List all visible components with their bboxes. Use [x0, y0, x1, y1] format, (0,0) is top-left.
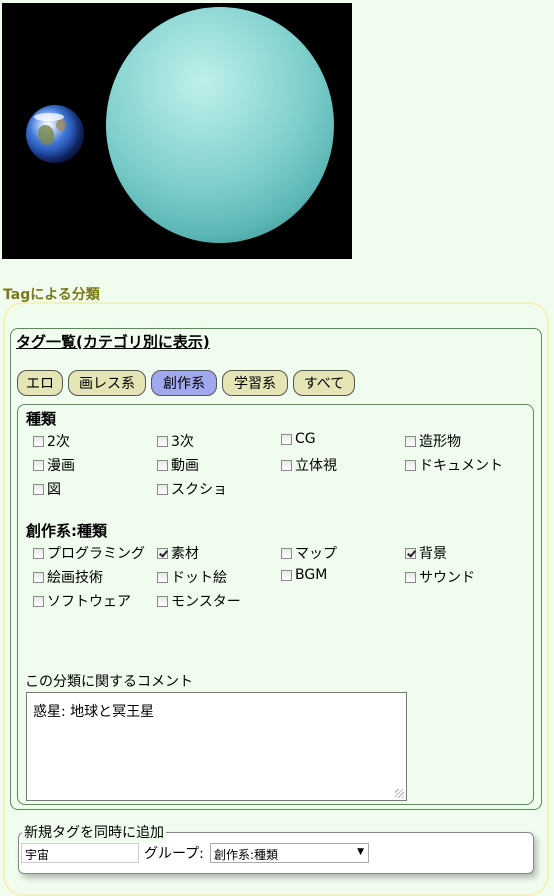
earth-graphic — [26, 105, 84, 163]
checkbox-icon[interactable] — [157, 459, 168, 471]
tag-label: 素材 — [171, 546, 199, 562]
tag-checkbox[interactable]: ドット絵 — [157, 567, 227, 587]
checkbox-icon[interactable] — [33, 459, 44, 471]
tag-checkbox[interactable]: マップ — [281, 543, 337, 563]
group-title: 創作系:種類 — [26, 522, 107, 540]
tag-checkbox[interactable]: ソフトウェア — [33, 591, 131, 611]
comment-text: 惑星: 地球と冥王星 — [33, 704, 155, 720]
tag-checkbox[interactable]: モンスター — [157, 591, 241, 611]
tag-label: 絵画技術 — [47, 570, 103, 586]
tag-checkbox[interactable]: 2次 — [33, 431, 70, 451]
tag-label: 3次 — [171, 434, 194, 450]
checkbox-icon[interactable] — [281, 569, 292, 581]
tag-label: 動画 — [171, 458, 199, 474]
tag-label: 2次 — [47, 434, 70, 450]
tag-checkbox[interactable]: 立体視 — [281, 455, 337, 475]
tag-checkbox[interactable]: CG — [281, 431, 316, 447]
tag-label: モンスター — [171, 594, 241, 610]
group-select-value: 創作系:種類 — [214, 848, 279, 862]
new-tag-input[interactable]: 宇宙 — [21, 843, 139, 863]
group-label: グループ: — [144, 846, 204, 862]
tab-3[interactable]: 学習系 — [222, 370, 288, 396]
group-select[interactable]: 創作系:種類 ▼ — [210, 843, 369, 863]
checkbox-icon[interactable] — [405, 571, 416, 583]
tag-checkbox[interactable]: プログラミング — [33, 543, 145, 563]
tag-label: ドキュメント — [419, 458, 503, 474]
comment-label: この分類に関するコメント — [25, 674, 193, 690]
checkbox-icon[interactable] — [281, 459, 292, 471]
checkbox-icon[interactable] — [405, 459, 416, 471]
tab-2[interactable]: 創作系 — [151, 370, 217, 396]
tab-0[interactable]: エロ — [17, 370, 63, 396]
tag-label: 背景 — [419, 546, 447, 562]
planet-image — [2, 3, 352, 259]
checkbox-icon[interactable] — [33, 595, 44, 607]
tag-label: 造形物 — [419, 434, 461, 450]
tag-checkbox[interactable]: 漫画 — [33, 455, 75, 475]
checkbox-icon[interactable] — [33, 547, 44, 559]
section-title: Tagによる分類 — [3, 287, 100, 303]
tag-checkbox[interactable]: 造形物 — [405, 431, 461, 451]
tag-label: スクショ — [171, 482, 227, 498]
tag-checkbox[interactable]: ドキュメント — [405, 455, 503, 475]
tag-checkbox[interactable]: 動画 — [157, 455, 199, 475]
group-title: 種類 — [26, 410, 57, 428]
tag-label: ドット絵 — [171, 570, 227, 586]
checkbox-icon[interactable] — [33, 483, 44, 495]
checkbox-checked-icon[interactable] — [157, 547, 168, 559]
tag-label: BGM — [295, 567, 328, 583]
tag-checkbox[interactable]: スクショ — [157, 479, 227, 499]
tag-checkbox[interactable]: 絵画技術 — [33, 567, 103, 587]
resize-grip-icon[interactable] — [395, 789, 404, 798]
tag-label: 立体視 — [295, 458, 337, 474]
chevron-down-icon: ▼ — [357, 847, 364, 857]
checkbox-icon[interactable] — [281, 547, 292, 559]
checkbox-checked-icon[interactable] — [405, 547, 416, 559]
checkbox-icon[interactable] — [33, 571, 44, 583]
tag-label: プログラミング — [47, 546, 145, 562]
tab-4[interactable]: すべて — [293, 370, 355, 396]
panel-title: タグ一覧(カテゴリ別に表示) — [16, 333, 210, 351]
tag-checkbox[interactable]: 背景 — [405, 543, 447, 563]
checkbox-icon[interactable] — [157, 595, 168, 607]
tag-checkbox[interactable]: サウンド — [405, 567, 475, 587]
tag-checkbox[interactable]: 素材 — [157, 543, 199, 563]
new-tag-legend: 新規タグを同時に追加 — [22, 822, 166, 842]
tag-label: CG — [295, 431, 316, 447]
tag-label: 漫画 — [47, 458, 75, 474]
tag-label: サウンド — [419, 570, 475, 586]
tag-checkbox[interactable]: 図 — [33, 479, 61, 499]
comment-textarea[interactable]: 惑星: 地球と冥王星 — [26, 692, 407, 801]
tag-checkbox[interactable]: 3次 — [157, 431, 194, 451]
checkbox-icon[interactable] — [405, 435, 416, 447]
checkbox-icon[interactable] — [157, 571, 168, 583]
tag-label: マップ — [295, 546, 337, 562]
tag-label: ソフトウェア — [47, 594, 131, 610]
tab-1[interactable]: 画レス系 — [68, 370, 146, 396]
tag-label: 図 — [47, 482, 61, 498]
checkbox-icon[interactable] — [157, 435, 168, 447]
uranus-graphic — [106, 7, 334, 243]
tag-checkbox[interactable]: BGM — [281, 567, 327, 583]
checkbox-icon[interactable] — [281, 433, 292, 445]
checkbox-icon[interactable] — [157, 483, 168, 495]
checkbox-icon[interactable] — [33, 435, 44, 447]
